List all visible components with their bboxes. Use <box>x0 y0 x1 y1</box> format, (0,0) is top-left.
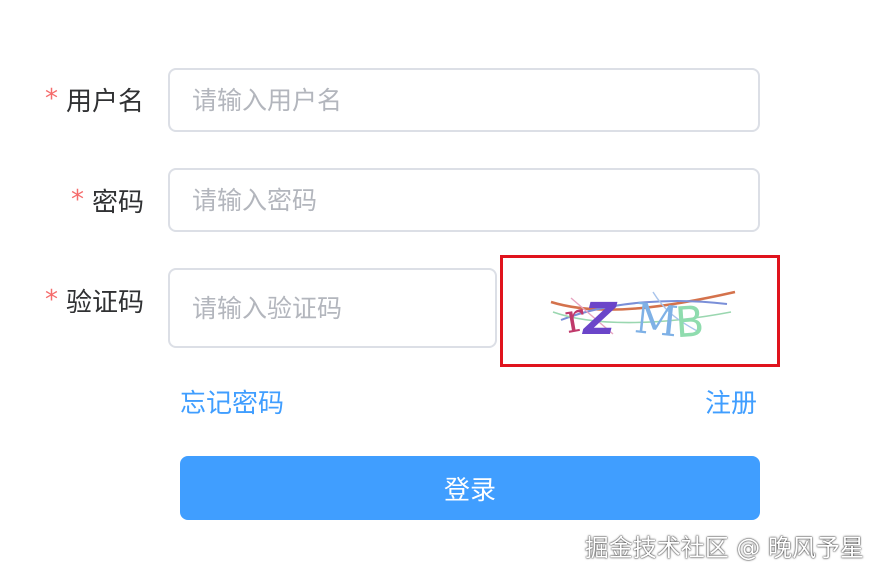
captcha-input[interactable] <box>168 268 497 348</box>
register-link[interactable]: 注册 <box>705 383 757 420</box>
captcha-label-text: 验证码 <box>65 287 144 318</box>
captcha-label: * 验证码 <box>30 268 144 332</box>
login-form-page: * 用户名 * 密码 * 验证码 r Z M B 忘记密码 注册 登录 <box>0 0 882 578</box>
required-mark: * <box>44 84 58 114</box>
svg-text:Z: Z <box>577 294 622 345</box>
svg-text:B: B <box>674 296 706 347</box>
captcha-image-graphic: r Z M B <box>550 290 736 347</box>
username-label: * 用户名 <box>30 67 144 131</box>
password-label: * 密码 <box>30 168 144 232</box>
password-input[interactable] <box>168 168 760 232</box>
required-mark: * <box>70 185 84 215</box>
watermark-text: 掘金技术社区 @ 晚风予星 <box>584 534 864 562</box>
password-label-text: 密码 <box>91 187 144 218</box>
username-input[interactable] <box>168 68 760 132</box>
captcha-image[interactable]: r Z M B <box>500 255 780 367</box>
login-button[interactable]: 登录 <box>180 456 760 520</box>
required-mark: * <box>44 285 58 315</box>
forgot-password-link[interactable]: 忘记密码 <box>180 383 284 420</box>
username-label-text: 用户名 <box>65 86 144 117</box>
